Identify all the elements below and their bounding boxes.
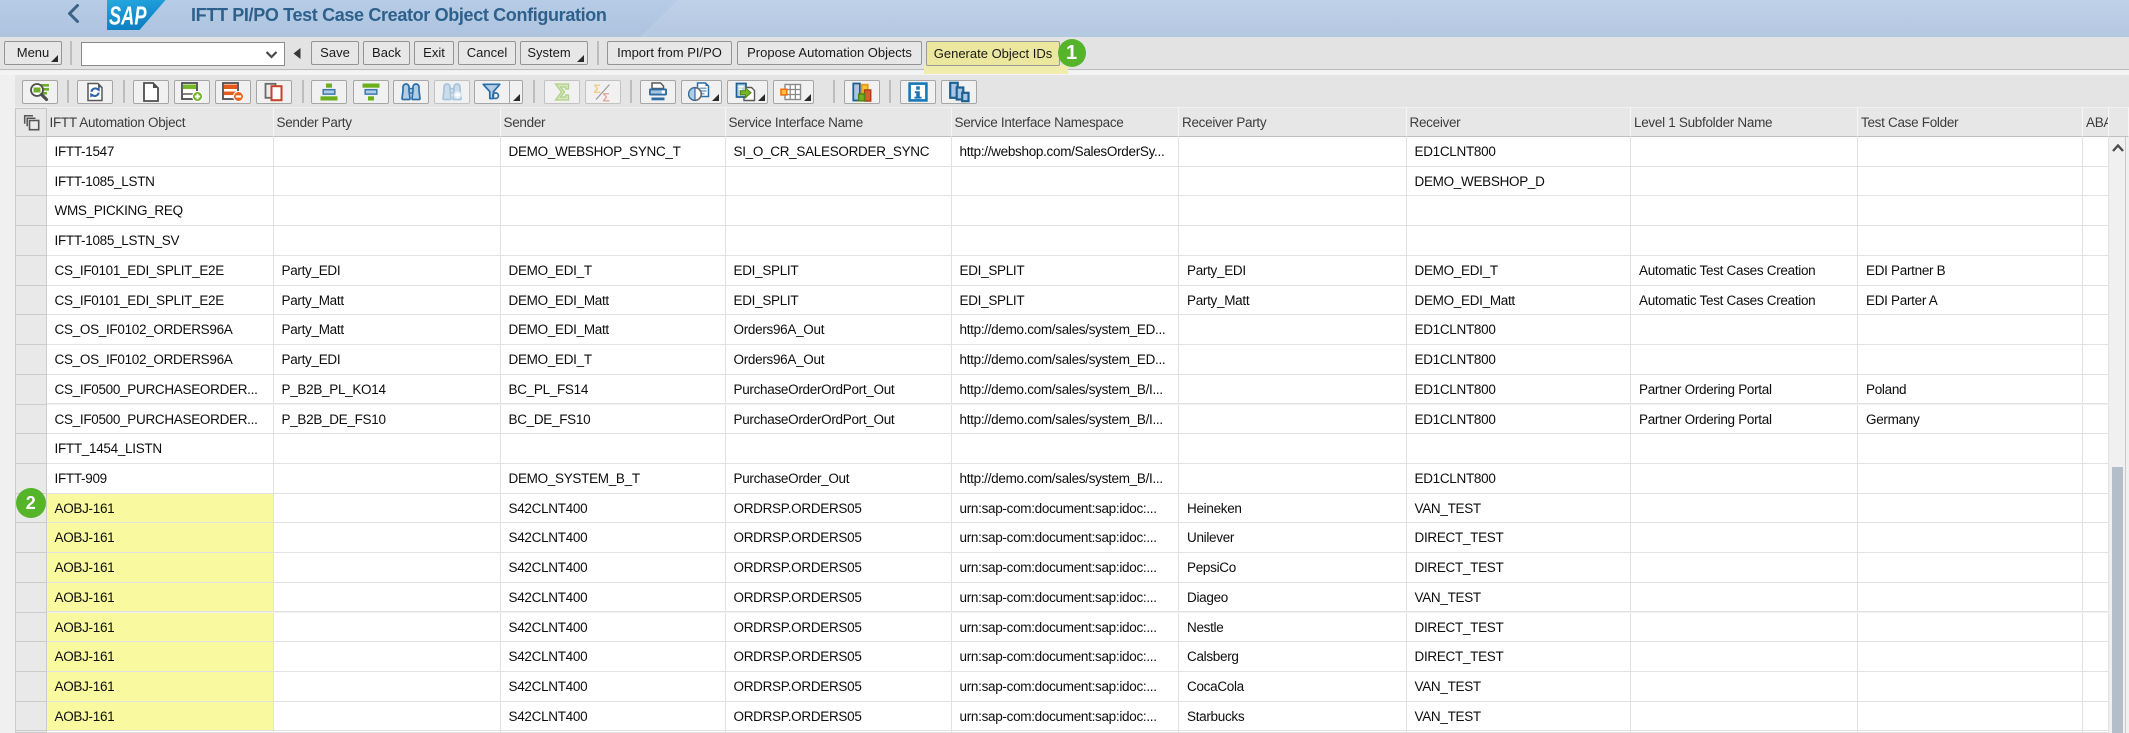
- svg-text:Σ: Σ: [593, 82, 600, 96]
- svg-text:SAP: SAP: [109, 1, 147, 30]
- svg-text:Σ: Σ: [602, 91, 609, 103]
